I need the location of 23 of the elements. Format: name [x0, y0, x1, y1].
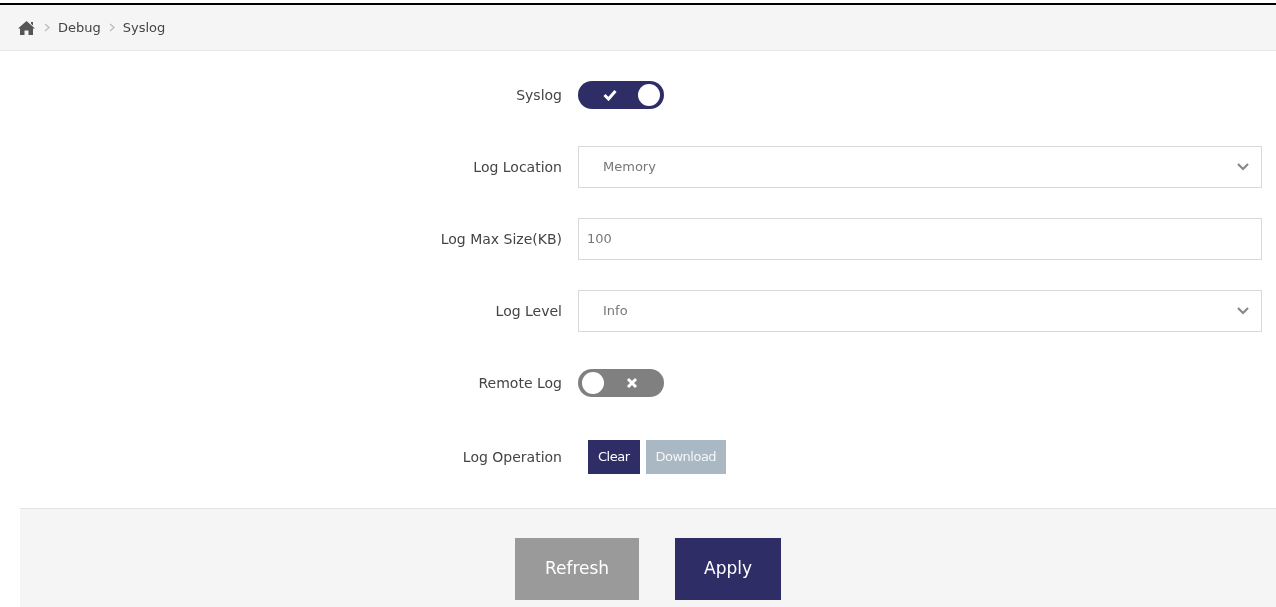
- close-icon: [626, 377, 638, 389]
- field-label: Log Location: [472, 157, 562, 177]
- input-field[interactable]: 100: [578, 218, 1262, 260]
- chevron-right-icon: [44, 23, 50, 32]
- apply-button[interactable]: Apply: [675, 538, 781, 600]
- field-label: Remote Log: [477, 373, 562, 393]
- chevron-down-icon: [1237, 307, 1249, 315]
- toggle-switch[interactable]: [578, 369, 664, 397]
- breadcrumb-link[interactable]: Debug: [58, 17, 101, 38]
- chevron-right-icon: [108, 23, 115, 32]
- clear-button[interactable]: Clear: [588, 440, 640, 474]
- breadcrumb-current: Syslog: [122, 18, 166, 37]
- chevron-down-icon: [1237, 163, 1249, 171]
- check-icon: [603, 89, 617, 101]
- field-label: Log Operation: [461, 447, 562, 467]
- toggle-switch[interactable]: [578, 81, 664, 109]
- select-field[interactable]: Memory: [578, 146, 1262, 188]
- refresh-button[interactable]: Refresh: [515, 538, 639, 600]
- select-field[interactable]: Info: [578, 290, 1262, 332]
- field-label: Syslog: [515, 85, 562, 105]
- field-label: Log Level: [494, 301, 562, 321]
- field-label: Log Max Size(KB): [439, 229, 562, 249]
- home-icon[interactable]: [17, 19, 36, 36]
